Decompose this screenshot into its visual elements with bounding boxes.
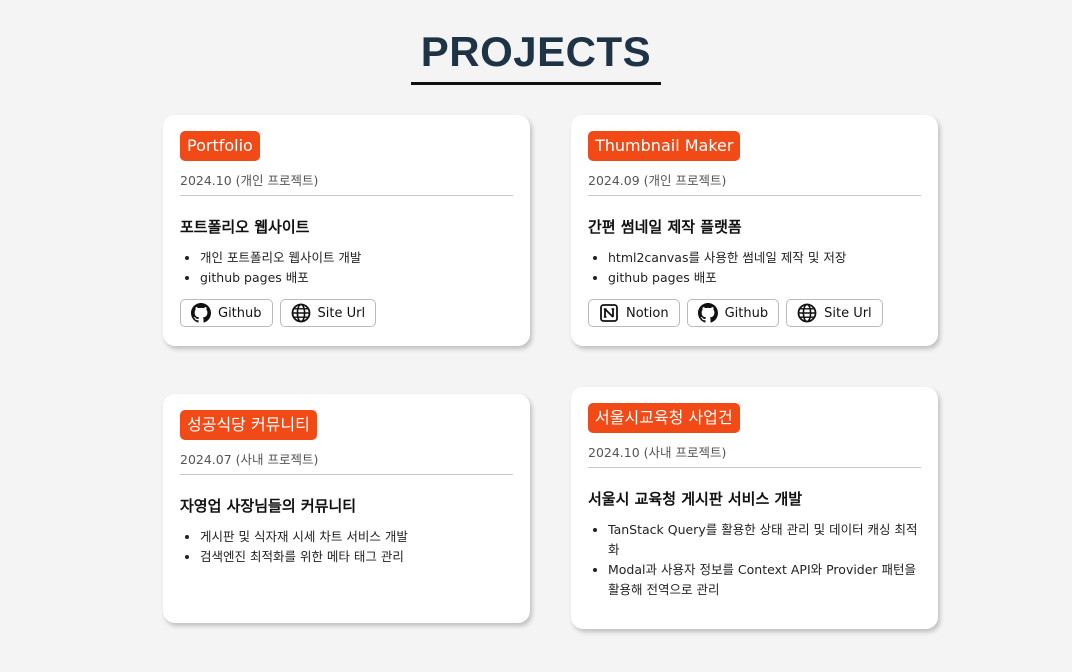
globe-icon <box>291 303 310 323</box>
list-item: github pages 배포 <box>608 268 921 288</box>
notion-link-button[interactable]: Notion <box>588 299 680 327</box>
project-links: Notion Github Site Url <box>588 299 921 327</box>
link-label: Github <box>218 305 262 321</box>
project-date: 2024.10 (사내 프로젝트) <box>588 442 921 468</box>
globe-icon <box>797 303 817 323</box>
project-card-community: 성공식당 커뮤니티 2024.07 (사내 프로젝트) 자영업 사장님들의 커뮤… <box>163 394 530 623</box>
project-name-badge: Thumbnail Maker <box>588 131 741 161</box>
project-date: 2024.07 (사내 프로젝트) <box>180 449 513 475</box>
list-item: 검색엔진 최적화를 위한 메타 태그 관리 <box>200 547 513 567</box>
page-header: PROJECTS <box>0 28 1072 85</box>
github-link-button[interactable]: Github <box>686 299 780 327</box>
list-item: 개인 포트폴리오 웹사이트 개발 <box>200 248 513 268</box>
project-links: Github Site Url <box>180 299 513 327</box>
site-url-link-button[interactable]: Site Url <box>279 299 377 327</box>
github-link-button[interactable]: Github <box>180 299 273 327</box>
notion-icon <box>600 304 618 322</box>
github-icon <box>191 303 211 323</box>
link-label: Notion <box>626 305 669 321</box>
project-name-badge: 서울시교육청 사업건 <box>588 403 740 433</box>
list-item: github pages 배포 <box>200 268 513 288</box>
project-description: 포트폴리오 웹사이트 <box>180 218 310 236</box>
list-item: TanStack Query를 활용한 상태 관리 및 데이터 캐싱 최적화 <box>608 520 921 560</box>
project-card-portfolio: Portfolio 2024.10 (개인 프로젝트) 포트폴리오 웹사이트 개… <box>163 115 530 346</box>
project-description: 서울시 교육청 게시판 서비스 개발 <box>588 490 803 508</box>
page-title: PROJECTS <box>410 28 662 85</box>
project-description: 자영업 사장님들의 커뮤니티 <box>180 497 357 515</box>
project-item-list: TanStack Query를 활용한 상태 관리 및 데이터 캐싱 최적화 M… <box>588 520 921 600</box>
list-item: html2canvas를 사용한 썸네일 제작 및 저장 <box>608 248 921 268</box>
project-description: 간편 썸네일 제작 플랫폼 <box>588 218 742 236</box>
project-card-seoul-education: 서울시교육청 사업건 2024.10 (사내 프로젝트) 서울시 교육청 게시판… <box>571 387 938 629</box>
github-icon <box>697 303 718 323</box>
link-label: Github <box>724 305 769 321</box>
link-label: Site Url <box>317 305 366 321</box>
list-item: 게시판 및 식자재 시세 차트 서비스 개발 <box>200 527 513 547</box>
project-date: 2024.09 (개인 프로젝트) <box>588 170 921 196</box>
link-label: Site Url <box>824 305 872 321</box>
project-card-thumbnail-maker: Thumbnail Maker 2024.09 (개인 프로젝트) 간편 썸네일… <box>571 115 938 346</box>
project-item-list: html2canvas를 사용한 썸네일 제작 및 저장 github page… <box>588 248 921 288</box>
site-url-link-button[interactable]: Site Url <box>786 299 883 327</box>
project-name-badge: Portfolio <box>180 131 260 161</box>
list-item: Modal과 사용자 정보를 Context API와 Provider 패턴을… <box>608 560 921 600</box>
project-date: 2024.10 (개인 프로젝트) <box>180 170 513 196</box>
project-name-badge: 성공식당 커뮤니티 <box>180 410 317 440</box>
project-item-list: 개인 포트폴리오 웹사이트 개발 github pages 배포 <box>180 248 513 288</box>
project-item-list: 게시판 및 식자재 시세 차트 서비스 개발 검색엔진 최적화를 위한 메타 태… <box>180 527 513 567</box>
